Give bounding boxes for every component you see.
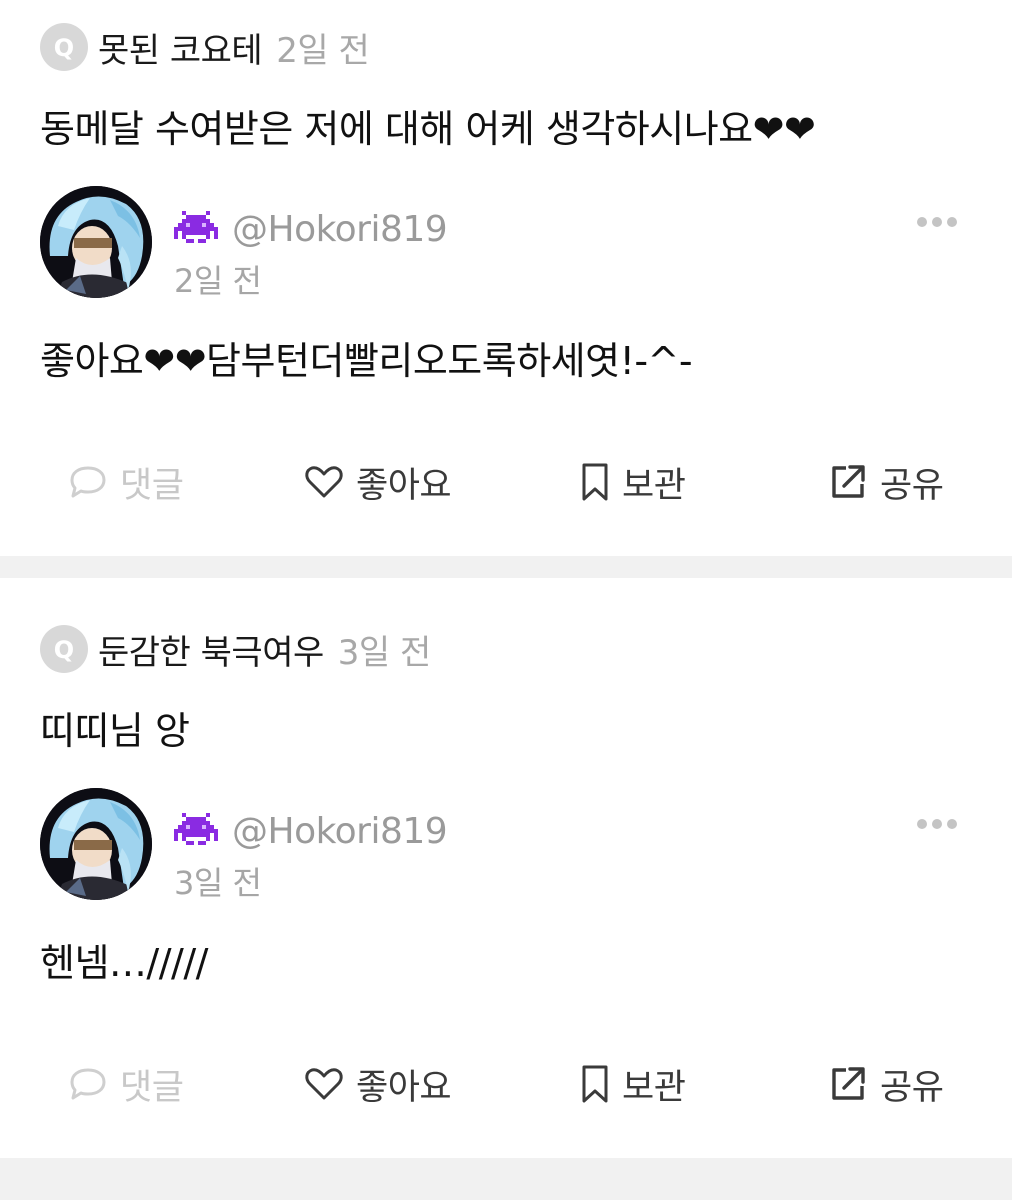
like-button[interactable]: 좋아요 bbox=[304, 1056, 452, 1112]
post-card: Q 둔감한 북극여우 3일 전 띠띠님 앙 @Hokori819 3일 전 헨넴… bbox=[0, 578, 1012, 1158]
bookmark-icon bbox=[582, 463, 608, 501]
question-text: 동메달 수여받은 저에 대해 어케 생각하시나요❤❤ bbox=[40, 107, 816, 151]
more-options-button[interactable] bbox=[914, 214, 960, 230]
question-time: 3일 전 bbox=[337, 632, 432, 673]
question-text: 띠띠님 앙 bbox=[40, 709, 190, 753]
avatar-image bbox=[40, 788, 152, 900]
share-external-icon bbox=[832, 1067, 865, 1100]
pixel-alien-icon bbox=[174, 211, 218, 247]
share-label: 공유 bbox=[880, 465, 944, 506]
avatar[interactable] bbox=[40, 788, 152, 900]
answer-text: 좋아요❤❤담부턴더빨리오도록하세엿!-^- bbox=[40, 339, 693, 383]
question-author[interactable]: 둔감한 북극여우 bbox=[98, 625, 324, 674]
like-label: 좋아요 bbox=[356, 465, 452, 506]
answer-time: 3일 전 bbox=[174, 864, 262, 902]
heart-outline-icon bbox=[305, 466, 343, 498]
avatar[interactable] bbox=[40, 186, 152, 298]
answer-time: 2일 전 bbox=[174, 262, 262, 300]
like-button[interactable]: 좋아요 bbox=[304, 454, 452, 510]
speech-bubble-icon bbox=[70, 466, 106, 498]
post-card: Q 못된 코요테 2일 전 동메달 수여받은 저에 대해 어케 생각하시나요❤❤ bbox=[0, 0, 1012, 556]
bookmark-icon bbox=[582, 1065, 608, 1103]
share-button[interactable]: 공유 bbox=[828, 1056, 944, 1112]
share-button[interactable]: 공유 bbox=[828, 454, 944, 510]
q-badge-icon: Q bbox=[40, 23, 88, 71]
post-divider bbox=[0, 1158, 1012, 1200]
question-author[interactable]: 못된 코요테 bbox=[98, 23, 263, 72]
like-label: 좋아요 bbox=[356, 1067, 452, 1108]
save-label: 보관 bbox=[622, 465, 686, 506]
heart-outline-icon bbox=[305, 1068, 343, 1100]
save-button[interactable]: 보관 bbox=[580, 1056, 686, 1112]
q-badge-icon: Q bbox=[40, 625, 88, 673]
comment-button[interactable]: 댓글 bbox=[68, 454, 184, 510]
comment-button[interactable]: 댓글 bbox=[68, 1056, 184, 1112]
share-label: 공유 bbox=[880, 1067, 944, 1108]
pixel-alien-icon bbox=[174, 813, 218, 849]
answer-text: 헨넴…///// bbox=[40, 941, 208, 985]
save-button[interactable]: 보관 bbox=[580, 454, 686, 510]
answerer-row: @Hokori819 bbox=[174, 808, 448, 854]
more-dots-icon bbox=[917, 819, 957, 829]
answerer-handle[interactable]: @Hokori819 bbox=[232, 209, 448, 250]
question-time: 2일 전 bbox=[276, 30, 370, 71]
avatar-image bbox=[40, 186, 152, 298]
action-bar: 댓글 좋아요 보관 공유 bbox=[0, 1056, 1012, 1112]
answerer-row: @Hokori819 bbox=[174, 206, 448, 252]
post-divider bbox=[0, 556, 1012, 578]
comment-label: 댓글 bbox=[120, 465, 184, 506]
question-header: Q 둔감한 북극여우 3일 전 bbox=[40, 624, 431, 674]
save-label: 보관 bbox=[622, 1067, 686, 1108]
question-header: Q 못된 코요테 2일 전 bbox=[40, 22, 370, 72]
answer-feed: Q 못된 코요테 2일 전 동메달 수여받은 저에 대해 어케 생각하시나요❤❤ bbox=[0, 0, 1012, 1200]
answerer-handle[interactable]: @Hokori819 bbox=[232, 811, 448, 852]
more-options-button[interactable] bbox=[914, 816, 960, 832]
speech-bubble-icon bbox=[70, 1068, 106, 1100]
more-dots-icon bbox=[917, 217, 957, 227]
action-bar: 댓글 좋아요 보관 공유 bbox=[0, 454, 1012, 510]
comment-label: 댓글 bbox=[120, 1067, 184, 1108]
share-external-icon bbox=[832, 465, 865, 498]
